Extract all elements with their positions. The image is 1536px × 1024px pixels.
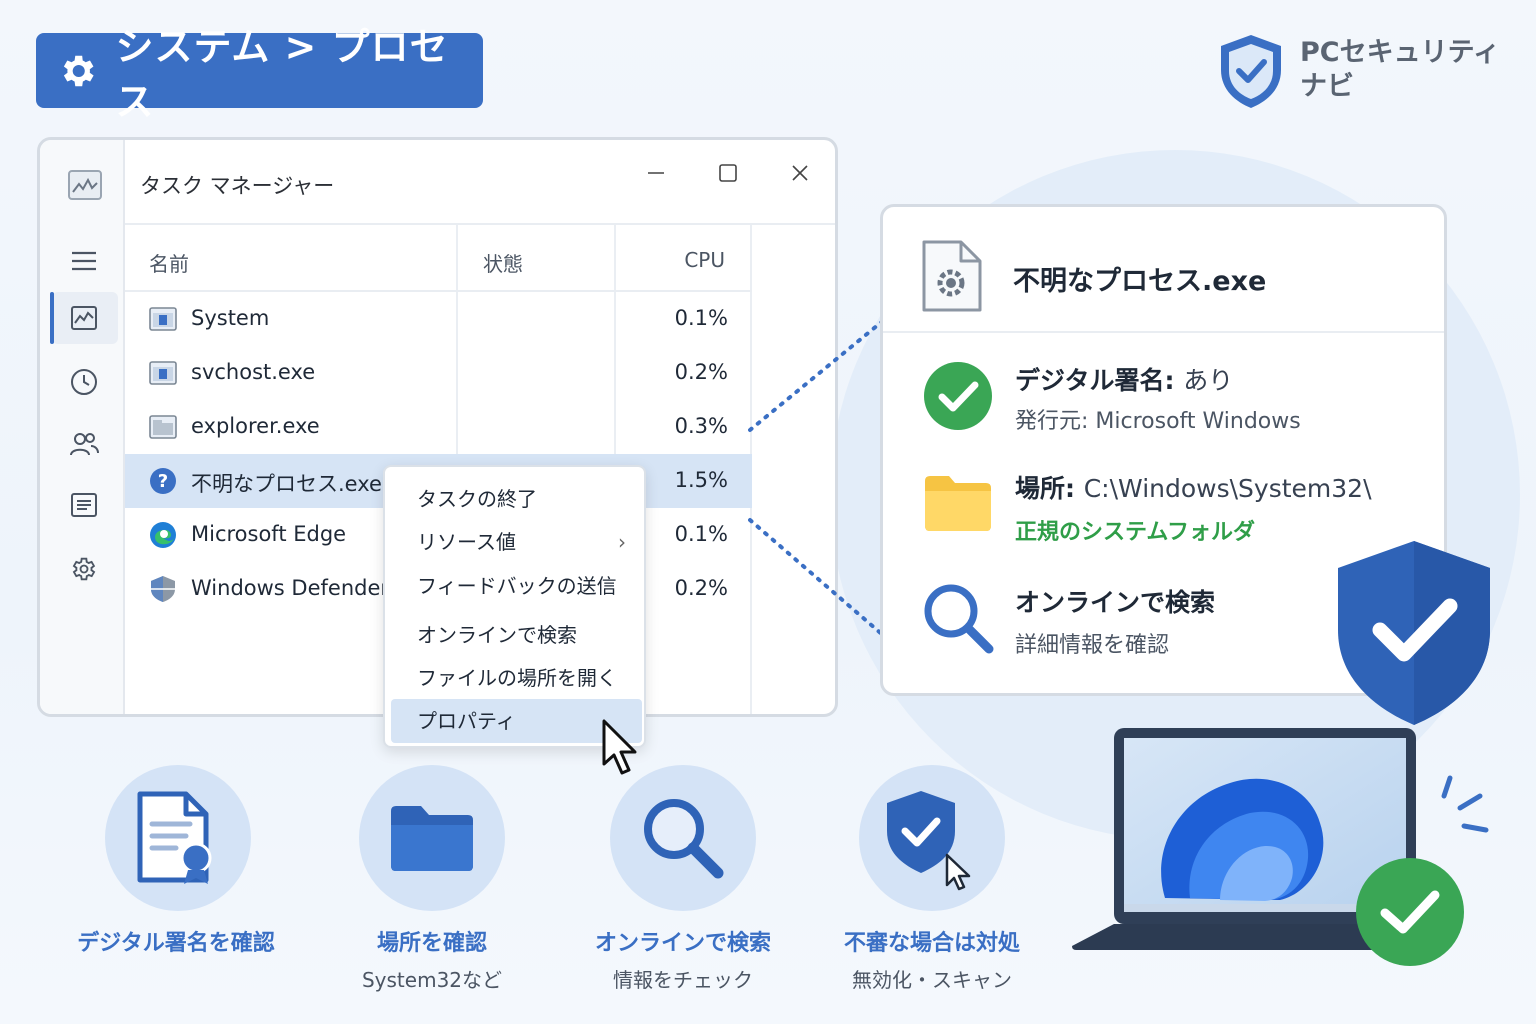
process-cpu: 0.2% <box>674 360 728 384</box>
window-title: タスク マネージャー <box>140 174 335 198</box>
detail-title: 不明なプロセス.exe <box>1013 266 1267 297</box>
search-online-row[interactable]: オンラインで検索 <box>1015 583 1215 619</box>
column-header-status[interactable]: 状態 <box>483 248 523 277</box>
menu-item-end-task[interactable]: タスクの終了 <box>391 477 642 521</box>
search-magnifier-icon <box>644 799 724 879</box>
menu-item-label: タスクの終了 <box>417 487 537 511</box>
signature-label: デジタル署名: <box>1015 366 1175 395</box>
column-header-name[interactable]: 名前 <box>149 248 189 277</box>
feature-label: デジタル署名を確認 <box>77 931 275 956</box>
brand-name-line2: ナビ <box>1300 71 1354 102</box>
table-row[interactable]: explorer.exe 0.3% <box>125 400 752 454</box>
window-icon <box>149 361 177 385</box>
chevron-right-icon: › <box>618 530 626 554</box>
process-name: explorer.exe <box>191 414 320 438</box>
folder-window-icon <box>149 415 177 439</box>
section-header: システム > プロセス <box>36 25 483 124</box>
location-value: C:\Windows\System32\ <box>1083 474 1372 503</box>
success-check-badge <box>1356 858 1464 966</box>
svg-text:?: ? <box>158 471 168 492</box>
folder-icon <box>391 806 473 871</box>
location-row: 場所: C:\Windows\System32\ <box>1015 469 1372 505</box>
search-online-sub: 詳細情報を確認 <box>1015 633 1170 658</box>
window-icon <box>149 307 177 331</box>
menu-item-label: オンラインで検索 <box>417 623 577 647</box>
shield-cursor-icon <box>887 791 971 891</box>
signature-value: あり <box>1183 366 1234 395</box>
page-title: システム > プロセス <box>115 24 449 124</box>
users-icon[interactable] <box>69 429 99 459</box>
maximize-button[interactable] <box>713 158 743 188</box>
check-icon <box>1380 890 1440 934</box>
sidebar-active-indicator <box>50 292 54 344</box>
menu-item-label: フィードバックの送信 <box>417 574 617 598</box>
signature-row: デジタル署名: あり <box>1015 361 1233 397</box>
settings-gear-icon[interactable] <box>69 554 99 584</box>
process-cpu: 0.3% <box>674 414 728 438</box>
menu-item-resource-values[interactable]: リソース値 › <box>391 520 642 564</box>
context-menu: タスクの終了 リソース値 › フィードバックの送信 オンラインで検索 ファイルの場… <box>383 465 646 748</box>
task-manager-titlebar: タスク マネージャー <box>125 140 835 225</box>
menu-item-search-online[interactable]: オンラインで検索 <box>391 613 642 657</box>
process-cpu: 1.5% <box>674 468 728 492</box>
process-cpu: 0.1% <box>674 306 728 330</box>
shield-check-icon <box>1221 35 1281 108</box>
menu-item-label: プロパティ <box>417 709 516 733</box>
table-header: 名前 状態 CPU <box>125 225 752 292</box>
process-name: Microsoft Edge <box>191 522 347 546</box>
close-icon <box>792 165 808 181</box>
feature-icon-circle <box>859 765 1005 911</box>
process-name: svchost.exe <box>191 360 316 384</box>
table-row[interactable]: System 0.1% <box>125 292 752 346</box>
minimize-button[interactable] <box>641 158 671 188</box>
process-name: System <box>191 306 270 330</box>
feature-icon-circle <box>610 765 756 911</box>
maximize-icon <box>719 164 737 182</box>
edge-icon <box>150 522 176 548</box>
process-name: 不明なプロセス.exe <box>191 472 382 496</box>
location-label: 場所: <box>1015 474 1075 503</box>
menu-item-label: ファイルの場所を開く <box>417 666 617 690</box>
check-circle-icon <box>924 362 992 430</box>
menu-item-open-file-location[interactable]: ファイルの場所を開く <box>391 656 642 700</box>
process-cpu: 0.1% <box>674 522 728 546</box>
mouse-cursor-icon <box>602 719 637 775</box>
hamburger-menu-icon[interactable] <box>69 246 99 276</box>
details-list-icon[interactable] <box>69 490 99 520</box>
task-manager-app-icon <box>68 170 102 200</box>
menu-item-label: リソース値 <box>417 530 516 554</box>
file-gear-icon <box>922 240 982 312</box>
brand-logo: PCセキュリティ ナビ <box>1216 32 1500 110</box>
feature-sub: 無効化・スキャン <box>852 968 1012 992</box>
connector-lines <box>748 318 886 638</box>
close-button[interactable] <box>785 158 815 188</box>
menu-item-send-feedback[interactable]: フィードバックの送信 <box>391 564 642 608</box>
feature-label: 不審な場合は対処 <box>843 931 1020 956</box>
process-cpu: 0.2% <box>674 576 728 600</box>
minimize-icon <box>648 172 664 174</box>
feature-icon-circle <box>105 765 251 911</box>
shield-check-icon <box>1338 541 1490 725</box>
defender-icon <box>151 576 175 602</box>
sparkle-lines-icon <box>1441 775 1489 833</box>
signature-publisher: 発行元: Microsoft Windows <box>1015 409 1301 434</box>
performance-icon[interactable] <box>69 303 99 333</box>
certificate-icon <box>137 791 212 884</box>
location-note: 正規のシステムフォルダ <box>1015 520 1256 545</box>
table-row[interactable]: svchost.exe 0.2% <box>125 346 752 400</box>
task-manager-sidebar <box>40 140 125 714</box>
detail-card-header: 不明なプロセス.exe <box>883 207 1444 333</box>
brand-name-line1: PCセキュリティ <box>1300 37 1500 68</box>
gear-icon <box>63 55 94 86</box>
question-icon: ? <box>150 468 176 494</box>
folder-icon <box>925 476 991 531</box>
process-name: Windows Defender <box>191 576 390 600</box>
feature-icon-circle <box>359 765 505 911</box>
search-magnifier-icon <box>924 584 994 654</box>
history-clock-icon[interactable] <box>69 367 99 397</box>
column-header-cpu[interactable]: CPU <box>684 248 725 272</box>
